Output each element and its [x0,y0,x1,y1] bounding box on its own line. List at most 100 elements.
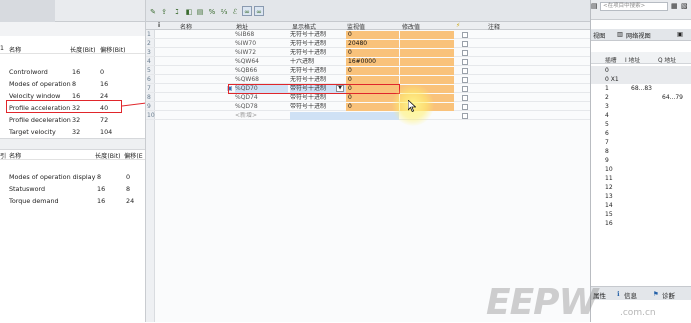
display-format-cell[interactable]: 无符号十进制 [290,76,346,84]
modify-checkbox[interactable] [462,86,468,92]
display-format-cell[interactable]: 无符号十进制 [290,49,346,57]
modify-value-cell[interactable] [400,40,454,48]
tab-network[interactable]: 网络视图 [626,31,651,40]
address-cell[interactable]: %IB68 [235,31,288,39]
add-row-icon[interactable]: ⇪ [159,6,169,16]
watch-table-row[interactable]: 1 %IB68 无符号十进制 0 [146,31,591,39]
address-cell[interactable]: <新增> [235,112,288,120]
modify-value-cell[interactable] [400,31,454,39]
display-format-cell[interactable]: 无符号十进制 [290,67,346,75]
right-toolbar: ▤ <在项目中搜索> ▦ ▧ [591,0,691,20]
address-cell[interactable]: %QD78 [235,103,288,111]
table-row[interactable]: Statusword 16 8 [0,183,145,194]
modify-checkbox[interactable] [462,59,468,65]
slot-row[interactable]: 1 68...83 [591,84,691,93]
force-icon[interactable]: % [207,6,217,16]
address-cell[interactable]: %QW68 [235,76,288,84]
device-view-icon[interactable]: ▣ [677,31,683,38]
modify-value-cell[interactable] [400,67,454,75]
monitor-value-cell[interactable]: 0 [346,49,399,57]
monitor-all-icon[interactable]: ∞ [242,6,252,16]
slot-row[interactable]: 15 [591,210,691,219]
search-go-icon[interactable]: ▧ [681,2,688,10]
slot-row[interactable]: 3 [591,102,691,111]
slot-row[interactable]: 6 [591,129,691,138]
slot-row[interactable]: 13 [591,192,691,201]
monitor-value-cell[interactable]: 0 [346,31,399,39]
display-format-cell[interactable] [290,112,346,120]
modify-checkbox[interactable] [462,41,468,47]
modify-checkbox[interactable] [462,32,468,38]
table-row[interactable]: Torque demand 16 24 [0,195,145,206]
display-format-cell[interactable]: 带符号十进制 [290,103,346,111]
slot-row[interactable]: 11 [591,174,691,183]
modify-now-icon[interactable]: ⅔ [219,6,229,16]
left-toolbar [0,0,145,22]
monitor-value-cell[interactable]: 20480 [346,40,399,48]
display-format-cell[interactable]: 无符号十进制 [290,40,346,48]
table-row[interactable]: Modes of operation 8 16 [0,78,145,89]
watch-table-row[interactable]: 4 %QW64 十六进制 16#0000 [146,58,591,66]
watch-table-row[interactable]: 2 %IW70 无符号十进制 20480 [146,40,591,48]
slot-row[interactable]: 0 [591,66,691,75]
slot-row[interactable]: 4 [591,111,691,120]
slot-i-cell: 68...83 [631,85,652,92]
watch-table-row[interactable]: 5 %QB66 无符号十进制 0 [146,67,591,75]
modify-icon[interactable]: ▤ [195,6,205,16]
insert-row-icon[interactable]: ✎ [148,6,158,16]
modify-checkbox[interactable] [462,77,468,83]
address-cell[interactable]: %QD74 [235,94,288,102]
slot-row[interactable]: 8 [591,147,691,156]
modify-value-cell[interactable] [400,76,454,84]
watch-table-row[interactable]: 9 %QD78 带符号十进制 0 [146,103,591,111]
tab-topology[interactable]: 视图 [593,31,605,40]
row-number: 3 [147,49,151,56]
table-row[interactable]: Profile deceleration 32 72 [0,114,145,125]
slot-row[interactable]: 14 [591,201,691,210]
modify-value-cell[interactable] [400,49,454,57]
list-icon[interactable]: ▤ [591,2,598,10]
monitor-value-cell[interactable]: 0 [346,67,399,75]
trigger-icon[interactable]: ℰ [230,6,240,16]
monitor-value-cell[interactable]: 0 [346,76,399,84]
slot-row[interactable]: 7 [591,138,691,147]
address-cell[interactable]: %QB66 [235,67,288,75]
address-cell[interactable]: %QW64 [235,58,288,66]
display-format-cell[interactable]: 带符号十进制 [290,94,346,102]
monitor-once-toggle-icon[interactable]: ∞ [254,6,264,16]
display-format-cell[interactable]: 十六进制 [290,58,346,66]
slot-row[interactable]: 12 [591,183,691,192]
modify-checkbox[interactable] [462,68,468,74]
search-options-icon[interactable]: ▦ [671,2,678,10]
watch-table-editor: ✎ ⇪ ℷ ◧ ▤ % ⅔ ℰ ∞ ∞ i 名称 地址 显示格式 监视值 修改值… [145,0,591,322]
modify-checkbox[interactable] [462,104,468,110]
display-format-cell[interactable]: 无符号十进制 [290,31,346,39]
slot-row[interactable]: 5 [591,120,691,129]
table-row[interactable]: Target velocity 32 104 [0,126,145,137]
slot-slot-cell: 3 [605,103,609,110]
display-format-icon[interactable]: ℷ [172,6,182,16]
slot-row[interactable]: 16 [591,219,691,228]
slot-row[interactable]: 10 [591,165,691,174]
watch-table-row[interactable]: 10 <新增> [146,112,591,120]
project-search-input[interactable]: <在项目中搜索> [600,2,668,11]
watch-table-row[interactable]: 3 %IW72 无符号十进制 0 [146,49,591,57]
table-row[interactable]: Modes of operation display 8 0 [0,171,145,182]
slot-row[interactable]: 2 64...79 [591,93,691,102]
modify-checkbox[interactable] [462,113,468,119]
slot-row[interactable]: 9 [591,156,691,165]
table-row[interactable]: Controlword 16 0 [0,66,145,77]
monitor-once-icon[interactable]: ◧ [184,6,194,16]
watch-table-row[interactable]: 6 %QW68 无符号十进制 0 [146,76,591,84]
address-cell[interactable]: %IW72 [235,49,288,57]
row-number: 10 [147,112,155,119]
modify-value-cell[interactable] [400,58,454,66]
slot-row[interactable]: 0 X1 [591,75,691,84]
modify-checkbox[interactable] [462,50,468,56]
modify-checkbox[interactable] [462,95,468,101]
monitor-value-cell[interactable] [346,112,399,120]
watch-table-row[interactable]: 8 %QD74 带符号十进制 0 [146,94,591,102]
monitor-value-cell[interactable]: 16#0000 [346,58,399,66]
address-cell[interactable]: %IW70 [235,40,288,48]
monitor-value-cell[interactable]: 0 [346,94,399,102]
